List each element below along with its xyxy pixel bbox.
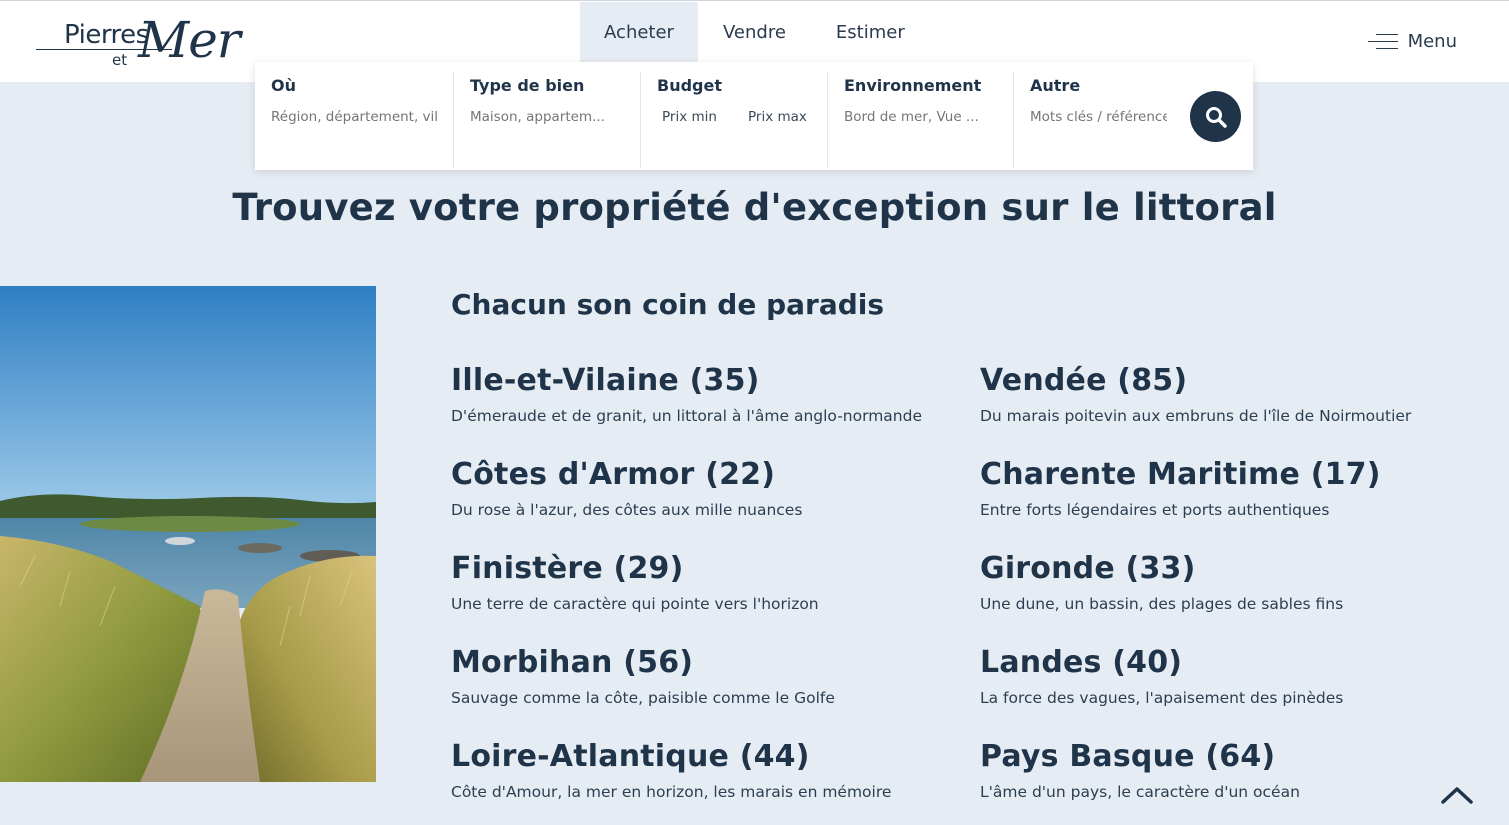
- region-desc: D'émeraude et de granit, un littoral à l…: [451, 407, 922, 425]
- coastal-landscape-image: [0, 286, 376, 782]
- nav-vendre[interactable]: Vendre: [698, 2, 811, 62]
- environment-title: Environnement: [844, 76, 982, 95]
- scroll-top-button[interactable]: [1440, 784, 1474, 806]
- other-title: Autre: [1030, 76, 1081, 95]
- region-loire-atlantique[interactable]: Loire-Atlantique (44) Côte d'Amour, la m…: [451, 739, 951, 801]
- search-panel: Où Type de bien Budget Prix min Prix max…: [255, 62, 1253, 170]
- logo[interactable]: Pierres et Mer: [34, 11, 274, 73]
- menu-button[interactable]: Menu: [1367, 31, 1457, 52]
- region-gironde[interactable]: Gironde (33) Une dune, un bassin, des pl…: [980, 551, 1480, 613]
- logo-word-mer: Mer: [138, 11, 241, 69]
- where-input[interactable]: [271, 109, 437, 125]
- price-max-input[interactable]: Prix max: [748, 109, 807, 125]
- region-landes[interactable]: Landes (40) La force des vagues, l'apais…: [980, 645, 1480, 707]
- chevron-up-icon: [1441, 787, 1473, 804]
- search-field-type: Type de bien: [453, 72, 640, 168]
- type-select[interactable]: [470, 109, 624, 125]
- region-name: Ille-et-Vilaine (35): [451, 363, 760, 398]
- region-ille-et-vilaine[interactable]: Ille-et-Vilaine (35) D'émeraude et de gr…: [451, 363, 951, 425]
- magnifier-icon: [1205, 106, 1227, 128]
- search-field-other: Autre: [1013, 72, 1183, 168]
- coastal-path-photo: [0, 286, 376, 782]
- region-charente-maritime[interactable]: Charente Maritime (17) Entre forts légen…: [980, 457, 1480, 519]
- region-name: Vendée (85): [980, 363, 1188, 398]
- region-desc: Du marais poitevin aux embruns de l'île …: [980, 407, 1412, 425]
- region-name: Landes (40): [980, 645, 1183, 680]
- menu-label: Menu: [1407, 31, 1457, 52]
- region-desc: Une terre de caractère qui pointe vers l…: [451, 595, 819, 613]
- logo-word-et: et: [112, 51, 128, 69]
- search-button[interactable]: [1190, 91, 1241, 142]
- search-field-where: Où: [255, 72, 453, 168]
- region-finistere[interactable]: Finistère (29) Une terre de caractère qu…: [451, 551, 951, 613]
- type-title: Type de bien: [470, 76, 585, 95]
- region-name: Côtes d'Armor (22): [451, 457, 776, 492]
- nav-estimer[interactable]: Estimer: [811, 2, 930, 62]
- region-vendee[interactable]: Vendée (85) Du marais poitevin aux embru…: [980, 363, 1480, 425]
- region-desc: Du rose à l'azur, des côtes aux mille nu…: [451, 501, 803, 519]
- region-name: Morbihan (56): [451, 645, 694, 680]
- region-desc: Une dune, un bassin, des plages de sable…: [980, 595, 1344, 613]
- region-pays-basque[interactable]: Pays Basque (64) L'âme d'un pays, le car…: [980, 739, 1480, 801]
- hamburger-icon: [1367, 33, 1398, 50]
- region-desc: La force des vagues, l'apaisement des pi…: [980, 689, 1344, 707]
- logo-word-pierres: Pierres: [64, 20, 149, 50]
- budget-title: Budget: [657, 76, 722, 95]
- region-desc: Entre forts légendaires et ports authent…: [980, 501, 1330, 519]
- region-desc: L'âme d'un pays, le caractère d'un océan: [980, 783, 1300, 801]
- nav-acheter[interactable]: Acheter: [580, 2, 698, 62]
- region-name: Pays Basque (64): [980, 739, 1276, 774]
- region-name: Loire-Atlantique (44): [451, 739, 810, 774]
- keywords-input[interactable]: [1030, 109, 1167, 125]
- environment-select[interactable]: [844, 109, 997, 125]
- region-morbihan[interactable]: Morbihan (56) Sauvage comme la côte, pai…: [451, 645, 951, 707]
- main-nav: Acheter Vendre Estimer: [580, 2, 930, 62]
- region-name: Finistère (29): [451, 551, 684, 586]
- region-desc: Sauvage comme la côte, paisible comme le…: [451, 689, 835, 707]
- search-field-budget: Budget Prix min Prix max: [640, 72, 827, 168]
- where-title: Où: [271, 76, 296, 95]
- region-name: Charente Maritime (17): [980, 457, 1381, 492]
- region-cotes-d-armor[interactable]: Côtes d'Armor (22) Du rose à l'azur, des…: [451, 457, 951, 519]
- price-min-input[interactable]: Prix min: [657, 109, 748, 125]
- regions-section-title: Chacun son coin de paradis: [451, 288, 885, 321]
- region-name: Gironde (33): [980, 551, 1196, 586]
- region-desc: Côte d'Amour, la mer en horizon, les mar…: [451, 783, 892, 801]
- tagline: Trouvez votre propriété d'exception sur …: [232, 186, 1277, 229]
- search-field-environment: Environnement: [827, 72, 1013, 168]
